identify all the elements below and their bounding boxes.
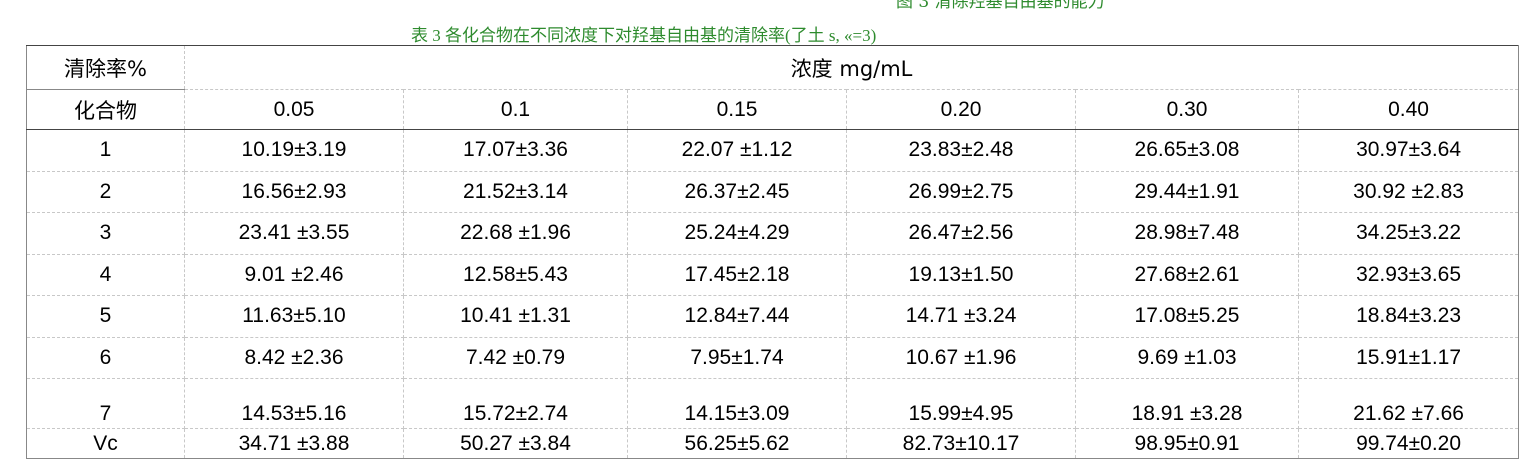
- value-cell: 14.53±5.16: [184, 378, 404, 429]
- value-cell: 25.24±4.29: [627, 212, 847, 255]
- value-cell: 10.41 ±1.31: [403, 295, 628, 338]
- value-cell: 32.93±3.65: [1297, 253, 1520, 296]
- value-cell: 26.37±2.45: [627, 170, 847, 213]
- table-row: 3 23.41 ±3.55 22.68 ±1.96 25.24±4.29 26.…: [26, 212, 1520, 255]
- figure-caption: 图 3 清除羟基自由基的能力: [896, 0, 1105, 12]
- value-cell: 12.84±7.44: [627, 295, 847, 338]
- table-row: 2 16.56±2.93 21.52±3.14 26.37±2.45 26.99…: [26, 170, 1520, 213]
- header-row-2: 化合物 0.05 0.1 0.15 0.20 0.30 0.40: [26, 89, 1520, 130]
- value-cell: 9.69 ±1.03: [1075, 336, 1299, 379]
- value-cell: 18.91 ±3.28: [1075, 378, 1299, 429]
- table-row: 1 10.19±3.19 17.07±3.36 22.07 ±1.12 23.8…: [26, 129, 1520, 172]
- table-row: 7 14.53±5.16 15.72±2.74 14.15±3.09 15.99…: [26, 378, 1520, 429]
- value-cell: 19.13±1.50: [846, 253, 1076, 296]
- value-cell: 7.95±1.74: [627, 336, 847, 379]
- value-cell: 30.97±3.64: [1297, 129, 1520, 172]
- value-cell: 23.41 ±3.55: [184, 212, 404, 255]
- value-cell: 11.63±5.10: [184, 295, 404, 338]
- header-row-1: 清除率% 浓度 mg/mL: [26, 45, 1520, 90]
- value-cell: 21.52±3.14: [403, 170, 628, 213]
- value-cell: 26.99±2.75: [846, 170, 1076, 213]
- value-cell: 17.07±3.36: [403, 129, 628, 172]
- value-cell: 14.71 ±3.24: [846, 295, 1076, 338]
- value-cell: 23.83±2.48: [846, 129, 1076, 172]
- value-cell: 26.65±3.08: [1075, 129, 1299, 172]
- value-cell: 17.45±2.18: [627, 253, 847, 296]
- value-cell: 82.73±10.17: [846, 428, 1076, 459]
- value-cell: 10.67 ±1.96: [846, 336, 1076, 379]
- table-caption: 表 3 各化合物在不同浓度下对羟基自由基的清除率(了土 s, «=3): [411, 26, 877, 45]
- value-cell: 8.42 ±2.36: [184, 336, 404, 379]
- value-cell: 29.44±1.91: [1075, 170, 1299, 213]
- value-cell: 98.95±0.91: [1075, 428, 1299, 459]
- value-cell: 26.47±2.56: [846, 212, 1076, 255]
- corner-header-bottom: 化合物: [26, 89, 185, 130]
- value-cell: 99.74±0.20: [1297, 428, 1520, 459]
- value-cell: 7.42 ±0.79: [403, 336, 628, 379]
- value-cell: 10.19±3.19: [184, 129, 404, 172]
- concentration-col-header: 0.40: [1297, 89, 1520, 130]
- value-cell: 18.84±3.23: [1297, 295, 1520, 338]
- clearance-table: 清除率% 浓度 mg/mL 化合物 0.05 0.1 0.15 0.20 0.3…: [26, 45, 1520, 459]
- value-cell: 28.98±7.48: [1075, 212, 1299, 255]
- value-cell: 27.68±2.61: [1075, 253, 1299, 296]
- compound-cell: 7: [26, 378, 185, 429]
- value-cell: 34.25±3.22: [1297, 212, 1520, 255]
- compound-cell: 2: [26, 170, 185, 213]
- value-cell: 17.08±5.25: [1075, 295, 1299, 338]
- value-cell: 12.58±5.43: [403, 253, 628, 296]
- value-cell: 16.56±2.93: [184, 170, 404, 213]
- value-cell: 56.25±5.62: [627, 428, 847, 459]
- table-row: 4 9.01 ±2.46 12.58±5.43 17.45±2.18 19.13…: [26, 253, 1520, 296]
- value-cell: 22.68 ±1.96: [403, 212, 628, 255]
- clearance-rate-label: 清除率%: [64, 56, 147, 81]
- compound-cell: 3: [26, 212, 185, 255]
- concentration-header: 浓度 mg/mL: [183, 45, 1520, 90]
- corner-header-top: 清除率%: [26, 45, 185, 90]
- value-cell: 30.92 ±2.83: [1297, 170, 1520, 213]
- concentration-col-header: 0.30: [1075, 89, 1299, 130]
- compound-cell: 5: [26, 295, 185, 338]
- concentration-col-header: 0.1: [403, 89, 628, 130]
- table-row: Vc 34.71 ±3.88 50.27 ±3.84 56.25±5.62 82…: [26, 428, 1520, 459]
- compound-label: 化合物: [74, 98, 137, 123]
- table-row: 5 11.63±5.10 10.41 ±1.31 12.84±7.44 14.7…: [26, 295, 1520, 338]
- value-cell: 34.71 ±3.88: [184, 428, 404, 459]
- value-cell: 15.91±1.17: [1297, 336, 1520, 379]
- concentration-col-header: 0.15: [627, 89, 847, 130]
- value-cell: 21.62 ±7.66: [1297, 378, 1520, 429]
- value-cell: 14.15±3.09: [627, 378, 847, 429]
- concentration-col-header: 0.05: [184, 89, 404, 130]
- concentration-col-header: 0.20: [846, 89, 1076, 130]
- value-cell: 9.01 ±2.46: [184, 253, 404, 296]
- table-row: 6 8.42 ±2.36 7.42 ±0.79 7.95±1.74 10.67 …: [26, 336, 1520, 379]
- value-cell: 50.27 ±3.84: [403, 428, 628, 459]
- compound-cell: 4: [26, 253, 185, 296]
- value-cell: 22.07 ±1.12: [627, 129, 847, 172]
- compound-cell: 6: [26, 336, 185, 379]
- compound-cell: 1: [26, 129, 185, 172]
- value-cell: 15.72±2.74: [403, 378, 628, 429]
- value-cell: 15.99±4.95: [846, 378, 1076, 429]
- compound-cell: Vc: [26, 428, 185, 459]
